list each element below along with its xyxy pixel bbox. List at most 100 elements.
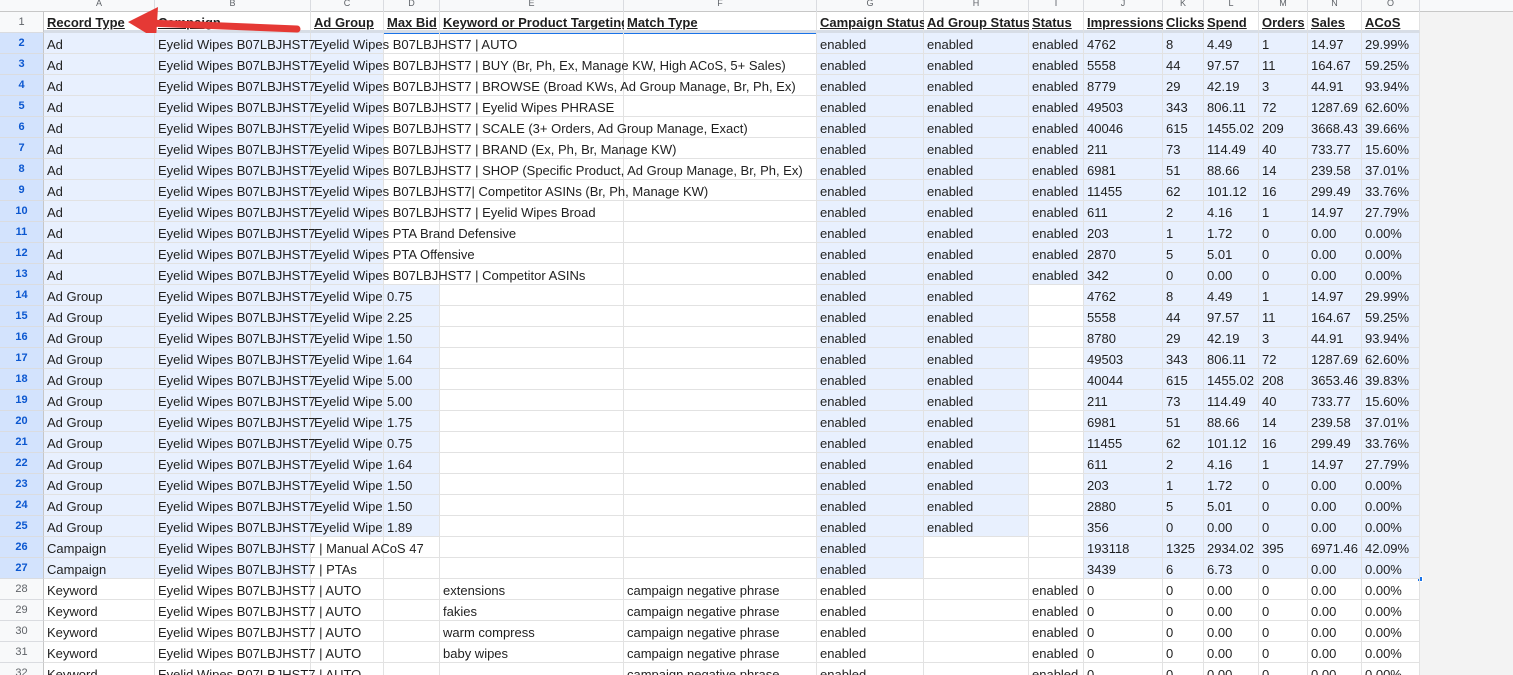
cell-l[interactable]: 5.01 xyxy=(1204,243,1259,264)
cell-f[interactable]: campaign negative phrase xyxy=(624,642,817,663)
cell-d[interactable] xyxy=(384,642,440,663)
row-number[interactable]: 13 xyxy=(0,264,44,285)
cell-c[interactable]: Eyelid Wipe xyxy=(311,432,384,453)
column-letter-o[interactable]: O xyxy=(1362,0,1420,12)
cell-a[interactable]: Ad Group xyxy=(44,306,155,327)
column-letter-b[interactable]: B xyxy=(155,0,311,12)
cell-n[interactable]: 44.91 xyxy=(1308,75,1362,96)
cell-o[interactable]: 27.79% xyxy=(1362,453,1420,474)
cell-a[interactable]: Ad xyxy=(44,222,155,243)
cell-m[interactable]: 0 xyxy=(1259,579,1308,600)
cell-f[interactable] xyxy=(624,348,817,369)
cell-i[interactable]: enabled xyxy=(1029,621,1084,642)
cell-m[interactable]: 1 xyxy=(1259,453,1308,474)
cell-b[interactable]: Eyelid Wipes B07LBJHST7 xyxy=(155,117,316,138)
cell-f[interactable] xyxy=(624,516,817,537)
cell-o[interactable]: 39.83% xyxy=(1362,369,1420,390)
cell-b[interactable]: Eyelid Wipes B07LBJHST7 xyxy=(155,138,316,159)
cell-n[interactable]: 0.00 xyxy=(1308,264,1362,285)
cell-n[interactable]: 44.91 xyxy=(1308,327,1362,348)
cell-j[interactable]: 4762 xyxy=(1084,33,1163,54)
cell-j[interactable]: 211 xyxy=(1084,138,1163,159)
cell-n[interactable]: 6971.46 xyxy=(1308,537,1362,558)
cell-k[interactable]: 615 xyxy=(1163,117,1204,138)
cell-g[interactable]: enabled xyxy=(817,348,924,369)
cell-a[interactable]: Ad Group xyxy=(44,516,155,537)
cell-h[interactable]: enabled xyxy=(924,264,1029,285)
cell-i[interactable]: enabled xyxy=(1029,222,1084,243)
cell-o[interactable]: 0.00% xyxy=(1362,243,1420,264)
cell-j[interactable]: 8780 xyxy=(1084,327,1163,348)
column-header-cell[interactable]: Max Bid xyxy=(384,12,440,33)
cell-b[interactable]: Eyelid Wipes B07LBJHST7 xyxy=(155,159,316,180)
cell-e[interactable] xyxy=(440,369,624,390)
cell-g[interactable]: enabled xyxy=(817,243,924,264)
row-number[interactable]: 19 xyxy=(0,390,44,411)
cell-i[interactable]: enabled xyxy=(1029,201,1084,222)
column-header-cell[interactable]: Keyword or Product Targeting xyxy=(440,12,629,33)
cell-f[interactable] xyxy=(624,201,817,222)
cell-l[interactable]: 0.00 xyxy=(1204,663,1259,675)
cell-a[interactable]: Ad Group xyxy=(44,348,155,369)
column-letter-k[interactable]: K xyxy=(1163,0,1204,12)
cell-b[interactable]: Eyelid Wipes B07LBJHST7 xyxy=(155,474,316,495)
row-number[interactable]: 21 xyxy=(0,432,44,453)
cell-i[interactable]: enabled xyxy=(1029,264,1084,285)
cell-b[interactable]: Eyelid Wipes B07LBJHST7 | PTAs xyxy=(155,558,357,579)
cell-a[interactable]: Ad xyxy=(44,138,155,159)
cell-l[interactable]: 1.72 xyxy=(1204,474,1259,495)
column-header-cell[interactable]: Status xyxy=(1029,12,1084,33)
cell-a[interactable]: Ad xyxy=(44,117,155,138)
row-number[interactable]: 7 xyxy=(0,138,44,159)
cell-k[interactable]: 5 xyxy=(1163,243,1204,264)
row-number[interactable]: 28 xyxy=(0,579,44,600)
cell-f[interactable] xyxy=(624,558,817,579)
cell-k[interactable]: 343 xyxy=(1163,96,1204,117)
cell-a[interactable]: Keyword xyxy=(44,579,155,600)
cell-n[interactable]: 0.00 xyxy=(1308,663,1362,675)
cell-n[interactable]: 0.00 xyxy=(1308,600,1362,621)
cell-h[interactable]: enabled xyxy=(924,201,1029,222)
row-number[interactable]: 29 xyxy=(0,600,44,621)
cell-b[interactable]: Eyelid Wipes B07LBJHST7 xyxy=(155,54,316,75)
cell-n[interactable]: 0.00 xyxy=(1308,243,1362,264)
cell-n[interactable]: 0.00 xyxy=(1308,642,1362,663)
cell-k[interactable]: 343 xyxy=(1163,348,1204,369)
cell-a[interactable]: Ad Group xyxy=(44,432,155,453)
cell-a[interactable]: Ad xyxy=(44,264,155,285)
cell-h[interactable]: enabled xyxy=(924,348,1029,369)
cell-c[interactable]: Eyelid Wipe xyxy=(311,348,384,369)
column-letter-h[interactable]: H xyxy=(924,0,1029,12)
cell-j[interactable]: 203 xyxy=(1084,474,1163,495)
cell-n[interactable]: 0.00 xyxy=(1308,222,1362,243)
row-number[interactable]: 22 xyxy=(0,453,44,474)
cell-j[interactable]: 49503 xyxy=(1084,348,1163,369)
cell-a[interactable]: Ad Group xyxy=(44,411,155,432)
cell-n[interactable]: 1287.69 xyxy=(1308,96,1362,117)
cell-l[interactable]: 1455.02 xyxy=(1204,117,1259,138)
cell-h[interactable]: enabled xyxy=(924,285,1029,306)
cell-h[interactable]: enabled xyxy=(924,159,1029,180)
row-number[interactable]: 20 xyxy=(0,411,44,432)
cell-j[interactable]: 211 xyxy=(1084,390,1163,411)
row-number[interactable]: 12 xyxy=(0,243,44,264)
cell-l[interactable]: 0.00 xyxy=(1204,621,1259,642)
cell-a[interactable]: Keyword xyxy=(44,642,155,663)
cell-e[interactable] xyxy=(440,327,624,348)
cell-l[interactable]: 2934.02 xyxy=(1204,537,1259,558)
cell-n[interactable]: 0.00 xyxy=(1308,579,1362,600)
cell-n[interactable]: 14.97 xyxy=(1308,453,1362,474)
cell-g[interactable]: enabled xyxy=(817,54,924,75)
cell-h[interactable] xyxy=(924,663,1029,675)
cell-h[interactable]: enabled xyxy=(924,432,1029,453)
cell-m[interactable]: 72 xyxy=(1259,96,1308,117)
cell-i[interactable]: enabled xyxy=(1029,243,1084,264)
cell-j[interactable]: 2880 xyxy=(1084,495,1163,516)
cell-o[interactable]: 0.00% xyxy=(1362,579,1420,600)
cell-n[interactable]: 3668.43 xyxy=(1308,117,1362,138)
cell-g[interactable]: enabled xyxy=(817,453,924,474)
cell-i[interactable]: enabled xyxy=(1029,138,1084,159)
cell-l[interactable]: 101.12 xyxy=(1204,432,1259,453)
row-number[interactable]: 14 xyxy=(0,285,44,306)
cell-h[interactable] xyxy=(924,558,1029,579)
